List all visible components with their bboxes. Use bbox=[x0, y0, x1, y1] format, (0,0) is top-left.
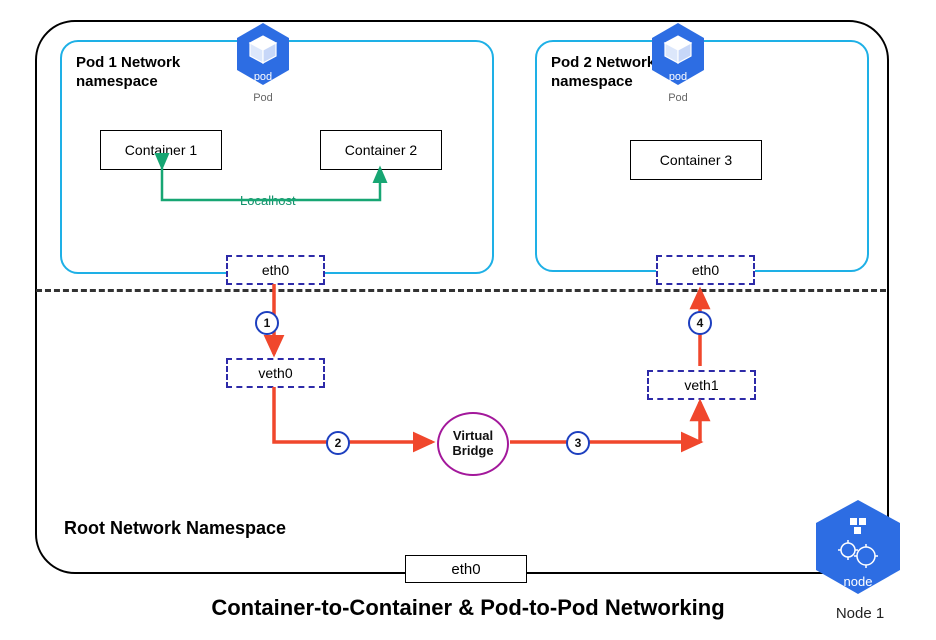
pod1-eth0: eth0 bbox=[226, 255, 325, 285]
step-3: 3 bbox=[566, 431, 590, 455]
step-1: 1 bbox=[255, 311, 279, 335]
container2: Container 2 bbox=[320, 130, 442, 170]
veth1: veth1 bbox=[647, 370, 756, 400]
pod1-title-line1: Pod 1 Network bbox=[76, 54, 180, 71]
pod2-eth0: eth0 bbox=[656, 255, 755, 285]
pod1-title: Pod 1 Network namespace bbox=[76, 54, 180, 92]
localhost-label: Localhost bbox=[240, 193, 296, 208]
step-4: 4 bbox=[688, 311, 712, 335]
root-eth0: eth0 bbox=[405, 555, 527, 583]
virtual-bridge: Virtual Bridge bbox=[437, 412, 509, 476]
container3: Container 3 bbox=[630, 140, 762, 180]
step-2: 2 bbox=[326, 431, 350, 455]
root-namespace-label: Root Network Namespace bbox=[64, 518, 286, 539]
pod1-icon-caption: Pod bbox=[243, 92, 283, 104]
pod2-title: Pod 2 Network namespace bbox=[551, 54, 655, 92]
node-label: Node 1 bbox=[820, 605, 900, 622]
node-icon-text: node bbox=[844, 574, 873, 589]
diagram-title: Container-to-Container & Pod-to-Pod Netw… bbox=[0, 595, 936, 621]
pod2-title-line1: Pod 2 Network bbox=[551, 54, 655, 71]
pod2-icon-caption: Pod bbox=[658, 92, 698, 104]
container1: Container 1 bbox=[100, 130, 222, 170]
pod1-title-line2: namespace bbox=[76, 73, 158, 90]
pod2-title-line2: namespace bbox=[551, 73, 633, 90]
namespace-divider bbox=[36, 289, 886, 292]
veth0: veth0 bbox=[226, 358, 325, 388]
